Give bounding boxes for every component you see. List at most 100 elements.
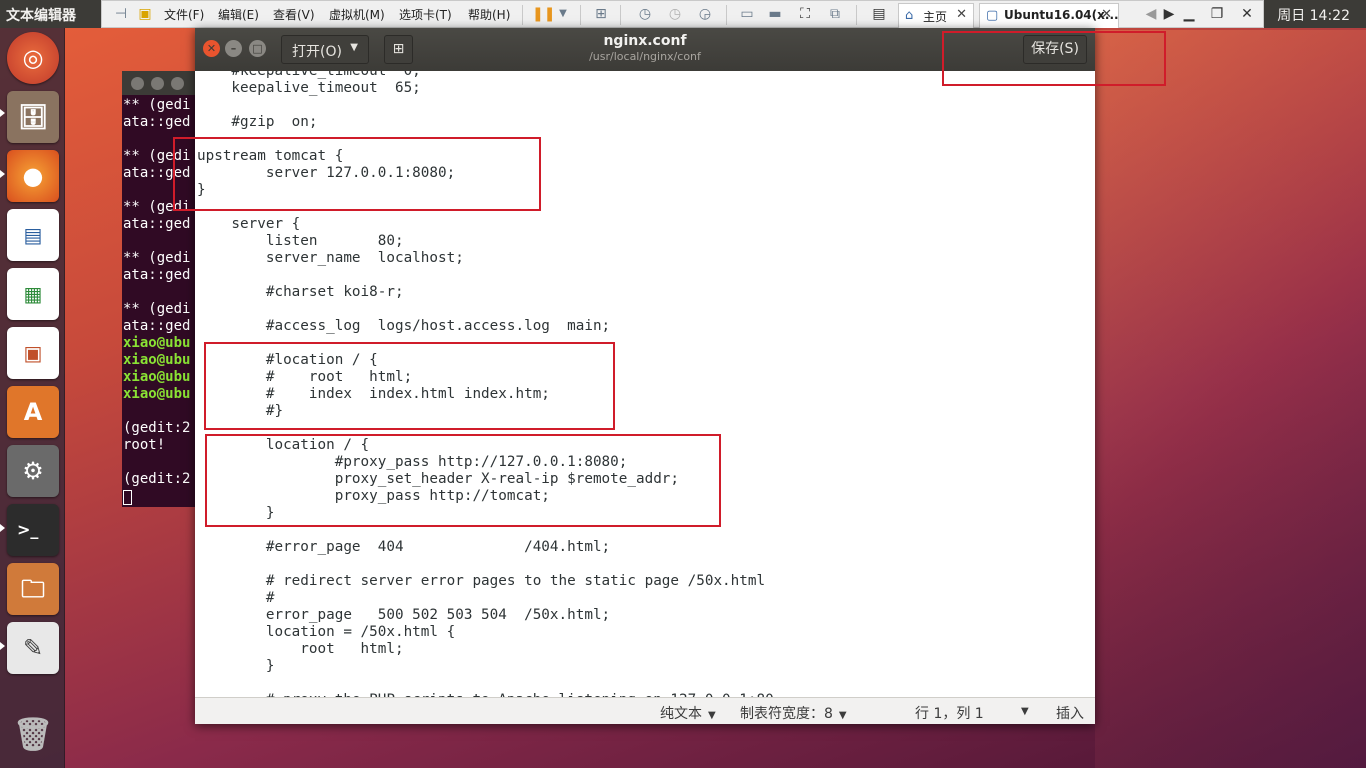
terminal-line: ata::ged	[123, 216, 191, 232]
network-icon[interactable]: ⊞	[592, 5, 610, 23]
status-bar: 纯文本 ▼ 制表符宽度：8 ▼ 行 1，列 1 ▼ 插入	[195, 697, 1095, 724]
toolbar-divider	[620, 5, 621, 25]
firefox-icon[interactable]: ●	[7, 150, 59, 202]
code-line: #	[197, 590, 275, 606]
terminal-line: ** (gedi	[123, 301, 191, 317]
language-selector[interactable]: 纯文本 ▼	[660, 703, 716, 723]
tab-width-label: 制表符宽度：8	[740, 706, 833, 722]
vm-logo-icon: ▣	[138, 6, 152, 22]
terminal-line: ata::ged	[123, 114, 191, 130]
text-editor-icon[interactable]: ✎	[7, 622, 59, 674]
code-line: #gzip on;	[197, 114, 318, 130]
close-icon[interactable]: ✕	[1238, 5, 1256, 23]
minimize-icon[interactable]: –	[225, 40, 242, 57]
maximize-icon[interactable]	[171, 77, 184, 90]
thumbnail-icon[interactable]: ▬	[766, 5, 784, 23]
annotation-box-save	[942, 31, 1166, 86]
menu-help[interactable]: 帮助(H)	[468, 6, 510, 23]
running-indicator	[0, 642, 5, 650]
code-line: server {	[197, 216, 301, 232]
close-icon[interactable]: ✕	[956, 7, 967, 22]
code-line: keepalive_timeout 65;	[197, 80, 421, 96]
console-view-icon[interactable]: ▤	[870, 5, 888, 23]
code-line: error_page 500 502 503 504 /50x.html;	[197, 607, 611, 623]
terminal-line: ** (gedi	[123, 97, 191, 113]
impress-icon[interactable]: ▣	[7, 327, 59, 379]
terminal-line: xiao@ubu	[123, 369, 191, 385]
insert-mode[interactable]: 插入	[1056, 703, 1084, 723]
close-icon[interactable]: ✕	[203, 40, 220, 57]
close-icon[interactable]: ✕	[1101, 7, 1112, 22]
snapshot-manager-icon[interactable]: ◶	[696, 5, 714, 23]
pin-icon[interactable]: ⊣	[112, 5, 130, 23]
software-center-icon[interactable]: A	[7, 386, 59, 438]
terminal-titlebar	[122, 71, 198, 95]
snapshot-icon[interactable]: ◷	[636, 5, 654, 23]
menu-file[interactable]: 文件(F)	[164, 6, 204, 23]
tab-prev-icon[interactable]: ◀	[1142, 5, 1160, 23]
code-line: #charset koi8-r;	[197, 284, 404, 300]
code-line: listen 80;	[197, 233, 404, 249]
settings-icon[interactable]: ⚙	[7, 445, 59, 497]
minimize-icon[interactable]: ▁	[1180, 5, 1198, 23]
terminal-line: xiao@ubu	[123, 352, 191, 368]
menu-tabs[interactable]: 选项卡(T)	[399, 6, 452, 23]
terminal-cursor	[123, 490, 132, 505]
running-indicator	[0, 109, 5, 117]
toolbar-divider	[856, 5, 857, 25]
chevron-down-icon[interactable]: ▼	[554, 5, 572, 23]
tab-width-selector[interactable]: 制表符宽度：8 ▼	[740, 703, 847, 723]
running-indicator	[0, 170, 5, 178]
writer-icon[interactable]: ▤	[7, 209, 59, 261]
open-button-label: 打开(O)	[292, 44, 342, 60]
files-icon[interactable]: 🗄	[7, 91, 59, 143]
tab-ubuntu-vm[interactable]: ▢ Ubuntu16.04(x... ✕	[979, 3, 1119, 28]
new-tab-button[interactable]: ⊞	[384, 35, 413, 64]
file-manager-icon[interactable]: 🗀	[7, 563, 59, 615]
terminal-icon[interactable]: >_	[7, 504, 59, 556]
cursor-position-label: 行 1，列 1	[915, 706, 984, 722]
terminal-line: xiao@ubu	[123, 335, 191, 351]
tab-next-icon[interactable]: ▶	[1160, 5, 1178, 23]
active-app-title: 文本编辑器	[6, 8, 76, 24]
toolbar-divider	[726, 5, 727, 25]
restore-icon[interactable]: ❐	[1208, 5, 1226, 23]
terminal-line: (gedit:2	[123, 420, 191, 436]
annotation-box-proxy-location	[205, 434, 721, 527]
vm-toolbar: ⊣ ▣ 文件(F) 编辑(E) 查看(V) 虚拟机(M) 选项卡(T) 帮助(H…	[101, 0, 1264, 28]
menu-vm[interactable]: 虚拟机(M)	[329, 6, 385, 23]
code-line: #access_log logs/host.access.log main;	[197, 318, 611, 334]
terminal-line: ata::ged	[123, 267, 191, 283]
maximize-icon[interactable]: □	[249, 40, 266, 57]
language-label: 纯文本	[660, 706, 702, 722]
cursor-position[interactable]: 行 1，列 1	[915, 703, 984, 723]
open-button[interactable]: 打开(O) ▼	[281, 35, 369, 64]
menu-edit[interactable]: 编辑(E)	[218, 6, 259, 23]
annotation-box-upstream	[173, 137, 541, 211]
unity-icon[interactable]: ⧉	[826, 5, 844, 23]
menu-view[interactable]: 查看(V)	[273, 6, 315, 23]
trash-icon[interactable]: 🗑	[7, 708, 59, 760]
close-icon[interactable]	[131, 77, 144, 90]
code-line: # redirect server error pages to the sta…	[197, 573, 766, 589]
chevron-down-icon[interactable]: ▼	[1021, 706, 1029, 717]
terminal-line: ** (gedi	[123, 250, 191, 266]
pause-icon[interactable]: ❚❚	[532, 5, 555, 23]
calc-icon[interactable]: ▦	[7, 268, 59, 320]
document-title: nginx.conf	[603, 33, 687, 49]
minimize-icon[interactable]	[151, 77, 164, 90]
code-line: server_name localhost;	[197, 250, 464, 266]
home-icon: ⌂	[905, 8, 914, 23]
tab-home[interactable]: ⌂ 主页 ✕	[898, 3, 974, 28]
annotation-box-commented-location	[204, 342, 615, 430]
terminal-line: ata::ged	[123, 318, 191, 334]
ubuntu-dash-icon[interactable]: ◎	[7, 32, 59, 84]
code-line: }	[197, 658, 275, 674]
sidebar-toggle-icon[interactable]: ▭	[738, 5, 756, 23]
fullscreen-icon[interactable]: ⛶	[796, 5, 814, 23]
running-indicator	[0, 524, 5, 532]
clock[interactable]: 周日 14:22	[1277, 5, 1350, 25]
snapshot-revert-icon[interactable]: ◷	[666, 5, 684, 23]
terminal-line: root!	[123, 437, 166, 453]
new-tab-icon: ⊞	[392, 41, 405, 57]
